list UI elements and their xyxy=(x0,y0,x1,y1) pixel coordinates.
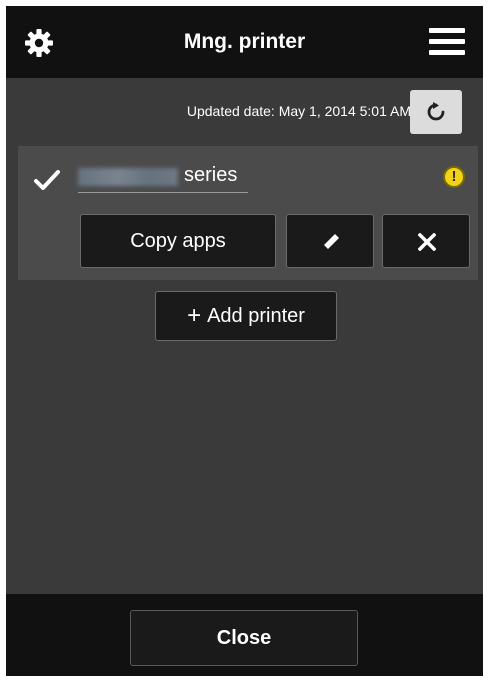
plus-icon: + xyxy=(187,302,202,329)
footer-bar: Close xyxy=(6,594,483,676)
copy-apps-button[interactable]: Copy apps xyxy=(80,214,276,268)
header-bar: Mng. printer xyxy=(6,6,483,78)
check-icon xyxy=(32,168,62,197)
printer-name-underline xyxy=(78,192,248,193)
updated-date-text: Updated date: May 1, 2014 5:01 AM xyxy=(186,103,411,119)
printer-model-redacted xyxy=(78,168,178,186)
close-button[interactable]: Close xyxy=(130,610,358,666)
add-printer-button[interactable]: + Add printer xyxy=(155,291,337,341)
page-title: Mng. printer xyxy=(183,30,306,53)
hamburger-menu-icon[interactable] xyxy=(429,26,465,58)
edit-printer-button[interactable] xyxy=(286,214,374,268)
refresh-icon xyxy=(427,102,445,121)
warning-icon[interactable]: ! xyxy=(443,166,465,188)
delete-printer-button[interactable] xyxy=(382,214,470,268)
refresh-button[interactable] xyxy=(410,90,462,134)
printer-name-label[interactable]: series xyxy=(184,164,237,187)
add-printer-label: Add printer xyxy=(207,305,305,327)
pencil-icon xyxy=(323,234,339,250)
close-x-icon xyxy=(418,233,436,251)
mng-printer-screen: Mng. printer Updated date: May 1, 2014 5… xyxy=(6,6,483,676)
printer-item: series ! Copy apps xyxy=(18,146,478,280)
